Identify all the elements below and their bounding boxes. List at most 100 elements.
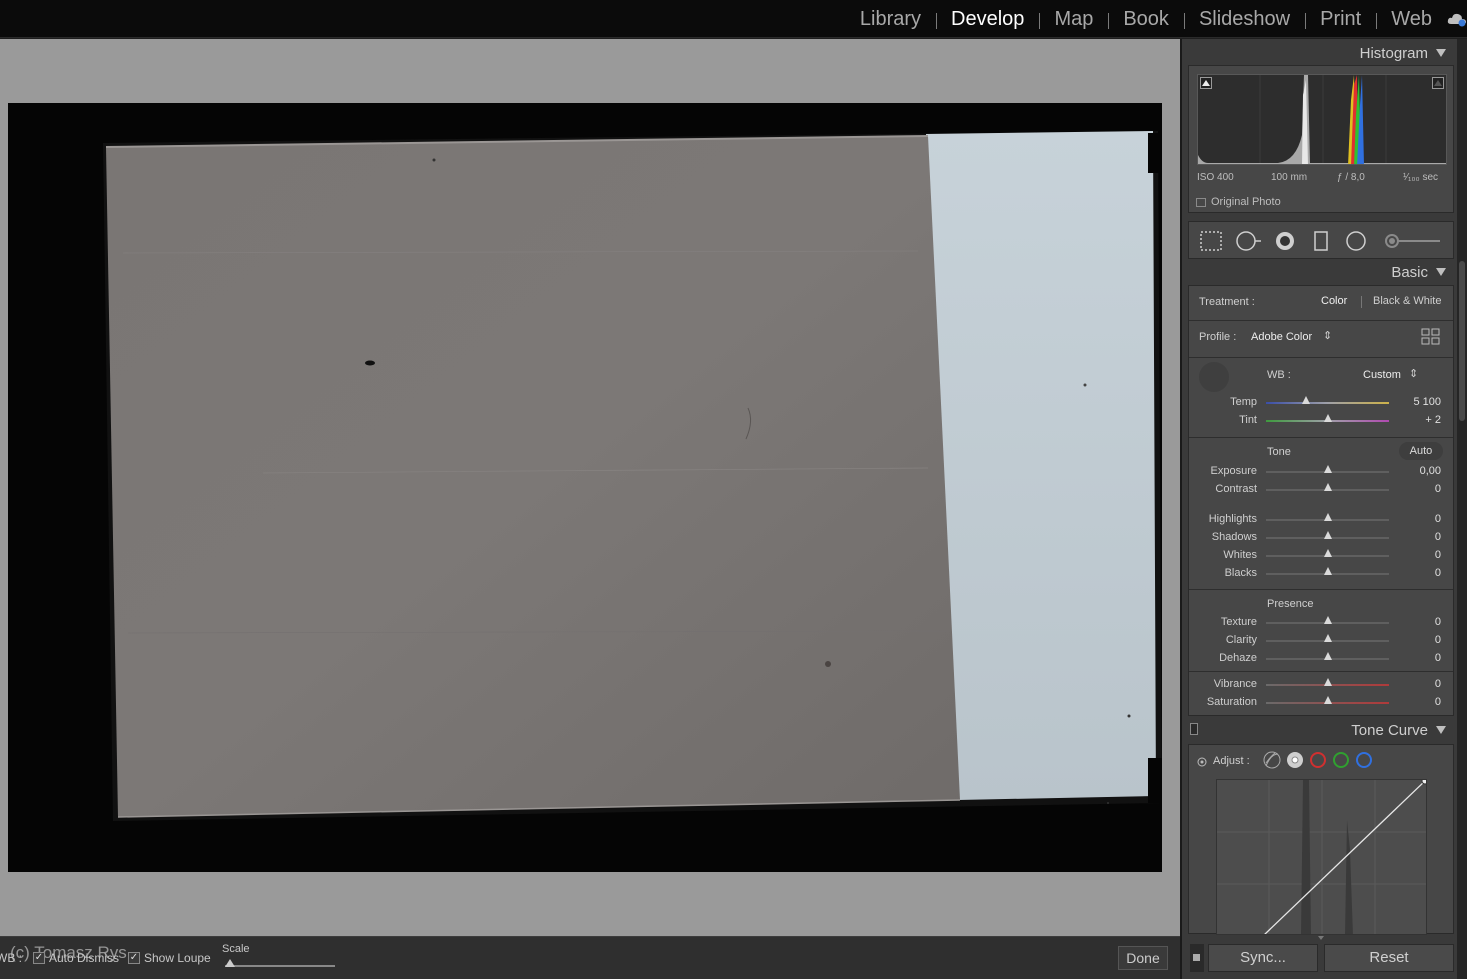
whites-value[interactable]: 0 — [1435, 549, 1441, 561]
wb-eyedropper-icon[interactable] — [1199, 362, 1229, 392]
contrast-value[interactable]: 0 — [1435, 483, 1441, 495]
highlights-slider-thumb[interactable] — [1324, 513, 1332, 521]
highlight-clipping-icon[interactable] — [1432, 77, 1444, 89]
module-map[interactable]: Map — [1039, 8, 1108, 31]
saturation-value[interactable]: 0 — [1435, 696, 1441, 708]
spot-removal-icon[interactable] — [1235, 230, 1263, 252]
tone-curve-header[interactable]: Tone Curve — [1188, 717, 1454, 743]
whites-slider-thumb[interactable] — [1324, 549, 1332, 557]
wb-dropdown[interactable]: Custom — [1363, 369, 1401, 381]
auto-sync-toggle[interactable] — [1190, 944, 1204, 972]
module-print[interactable]: Print — [1305, 8, 1376, 31]
temp-slider[interactable] — [1266, 402, 1389, 404]
crop-overlay-icon[interactable] — [1199, 230, 1223, 252]
vibrance-slider-thumb[interactable] — [1324, 678, 1332, 686]
texture-value[interactable]: 0 — [1435, 616, 1441, 628]
exposure-value[interactable]: 0,00 — [1420, 465, 1441, 477]
highlights-value[interactable]: 0 — [1435, 513, 1441, 525]
collapse-triangle-icon[interactable] — [1436, 268, 1446, 276]
shadow-clipping-icon[interactable] — [1200, 77, 1212, 89]
original-photo-toggle[interactable]: Original Photo — [1196, 196, 1281, 208]
vibrance-value[interactable]: 0 — [1435, 678, 1441, 690]
clarity-slider-thumb[interactable] — [1324, 634, 1332, 642]
shadows-slider-thumb[interactable] — [1324, 531, 1332, 539]
section-divider — [1189, 589, 1453, 590]
wb-label: WB : — [1267, 369, 1291, 381]
saturation-slider-thumb[interactable] — [1324, 696, 1332, 704]
texture-label: Texture — [1220, 616, 1257, 628]
shadows-label: Shadows — [1211, 531, 1257, 543]
clarity-label: Clarity — [1225, 634, 1257, 646]
show-loupe-option[interactable]: ✓ Show Loupe — [128, 951, 211, 965]
exposure-slider-thumb[interactable] — [1324, 465, 1332, 473]
whites-label: Whites — [1223, 549, 1257, 561]
target-adjust-icon[interactable] — [1197, 757, 1207, 767]
treatment-black-white[interactable]: Black & White — [1373, 295, 1441, 307]
parametric-curve-icon[interactable] — [1263, 751, 1281, 769]
radial-filter-icon[interactable] — [1344, 230, 1368, 252]
basic-title: Basic — [1391, 263, 1428, 281]
histogram-chart — [1198, 75, 1446, 164]
module-develop[interactable]: Develop — [936, 8, 1039, 31]
profile-browser-icon[interactable] — [1421, 328, 1441, 346]
tone-curve-title: Tone Curve — [1351, 721, 1428, 739]
clarity-value[interactable]: 0 — [1435, 634, 1441, 646]
panel-scrollbar-thumb[interactable] — [1459, 261, 1465, 421]
panel-end-marker — [1318, 936, 1324, 940]
original-photo-checkbox[interactable] — [1196, 197, 1206, 207]
module-book[interactable]: Book — [1108, 8, 1184, 31]
done-button[interactable]: Done — [1118, 946, 1168, 970]
dehaze-value[interactable]: 0 — [1435, 652, 1441, 664]
photo-preview[interactable] — [8, 103, 1162, 872]
exif-focal-length: 100 mm — [1271, 172, 1308, 183]
auto-dismiss-checkbox[interactable]: ✓ — [33, 952, 45, 964]
profile-stepper-icon[interactable]: ⇕ — [1323, 329, 1332, 342]
wb-label: WB : — [0, 951, 22, 965]
basic-panel: Treatment : Color Black & White Profile … — [1188, 285, 1454, 716]
shadows-value[interactable]: 0 — [1435, 531, 1441, 543]
green-channel-icon[interactable] — [1332, 751, 1350, 769]
histogram-header[interactable]: Histogram — [1188, 40, 1454, 66]
scale-slider-thumb[interactable] — [225, 959, 235, 967]
blue-channel-icon[interactable] — [1355, 751, 1373, 769]
point-curve-rgb-icon[interactable] — [1286, 751, 1304, 769]
tint-slider-thumb[interactable] — [1324, 414, 1332, 422]
red-channel-icon[interactable] — [1309, 751, 1327, 769]
tint-value[interactable]: + 2 — [1425, 414, 1441, 426]
scale-slider-track[interactable] — [225, 965, 335, 967]
highlights-label: Highlights — [1208, 513, 1257, 525]
wb-stepper-icon[interactable]: ⇕ — [1409, 367, 1418, 380]
basic-header[interactable]: Basic — [1188, 259, 1454, 285]
section-divider — [1189, 437, 1453, 438]
tone-curve-graph[interactable] — [1216, 779, 1427, 935]
cloud-sync-icon[interactable] — [1447, 11, 1467, 27]
contrast-slider-thumb[interactable] — [1324, 483, 1332, 491]
module-web[interactable]: Web — [1376, 8, 1447, 31]
treatment-divider — [1361, 296, 1362, 308]
auto-tone-button[interactable]: Auto — [1399, 442, 1443, 460]
dehaze-label: Dehaze — [1219, 652, 1257, 664]
module-slideshow[interactable]: Slideshow — [1183, 8, 1305, 31]
profile-dropdown[interactable]: Adobe Color — [1251, 331, 1312, 343]
module-library[interactable]: Library — [845, 8, 936, 31]
temp-value[interactable]: 5 100 — [1413, 396, 1441, 408]
temp-slider-thumb[interactable] — [1302, 396, 1310, 404]
blacks-value[interactable]: 0 — [1435, 567, 1441, 579]
auto-dismiss-option[interactable]: ✓ Auto Dismiss — [33, 951, 119, 965]
treatment-color[interactable]: Color — [1321, 295, 1347, 307]
histogram-graph[interactable] — [1197, 74, 1447, 165]
reset-button[interactable]: Reset — [1324, 944, 1454, 972]
adjustment-brush-icon[interactable] — [1384, 230, 1444, 252]
sync-button[interactable]: Sync... — [1208, 944, 1318, 972]
blacks-slider-thumb[interactable] — [1324, 567, 1332, 575]
show-loupe-checkbox[interactable]: ✓ — [128, 952, 140, 964]
photo-canvas[interactable] — [0, 39, 1180, 936]
red-eye-icon[interactable] — [1273, 230, 1297, 252]
exif-aperture: ƒ / 8,0 — [1337, 172, 1365, 183]
collapse-triangle-icon[interactable] — [1436, 49, 1446, 57]
graduated-filter-icon[interactable] — [1311, 230, 1331, 252]
collapse-triangle-icon[interactable] — [1436, 726, 1446, 734]
texture-slider-thumb[interactable] — [1324, 616, 1332, 624]
panel-scrollbar[interactable] — [1457, 39, 1467, 979]
dehaze-slider-thumb[interactable] — [1324, 652, 1332, 660]
